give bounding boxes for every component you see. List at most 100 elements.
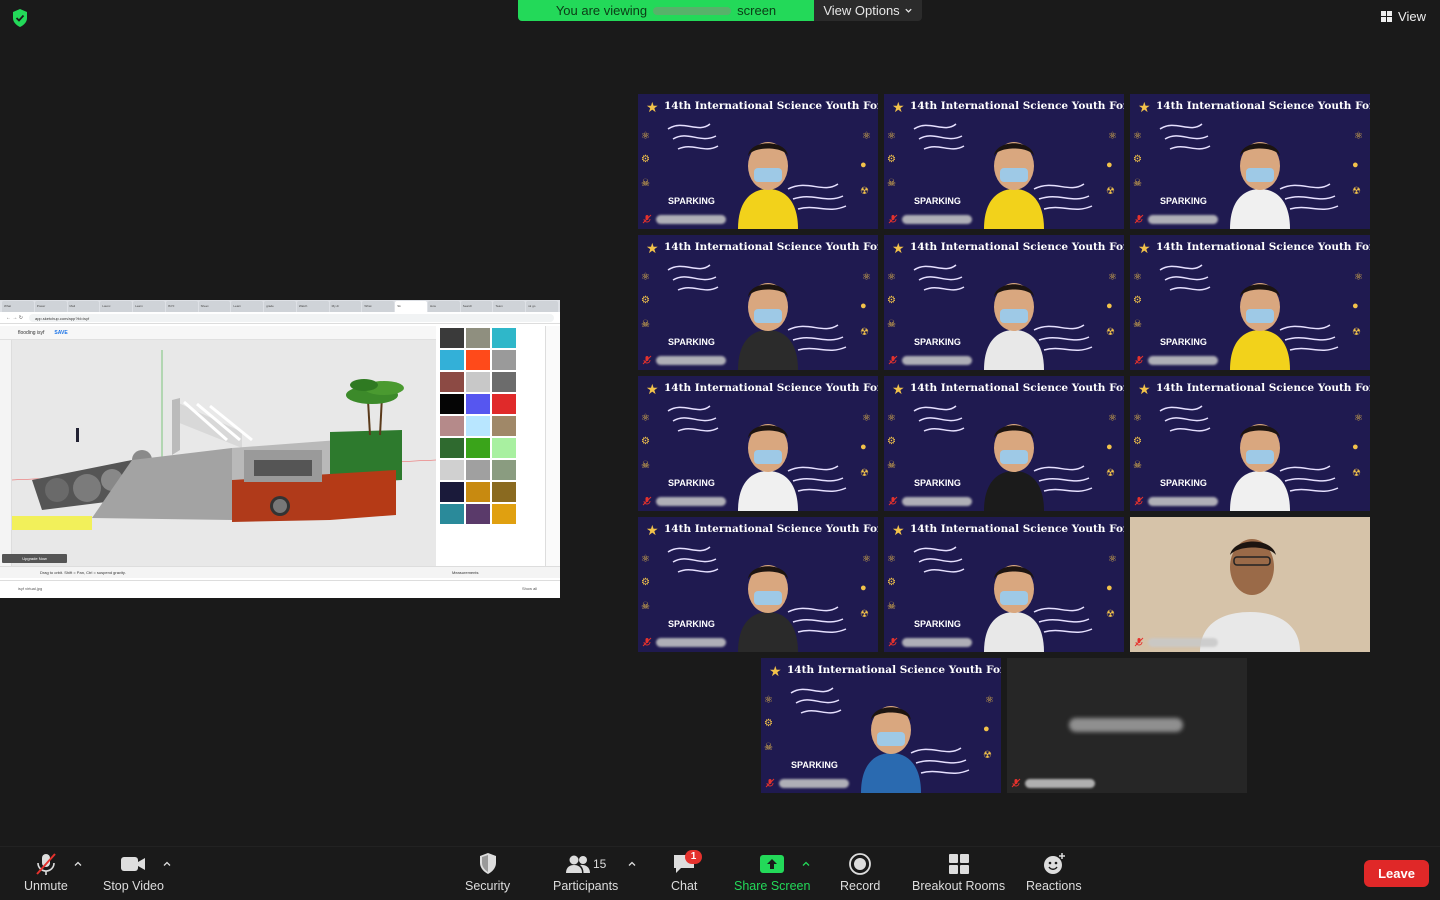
svg-text:⚛: ⚛: [1133, 131, 1142, 142]
material-swatch: [466, 416, 490, 436]
participant-video-tile[interactable]: ★ ⚛ ⚙ ☠ ⚛ ● ☢ SPARKING 14th Internationa…: [761, 658, 1001, 793]
participant-name-redacted: [1148, 214, 1218, 224]
participant-name-redacted: [1148, 355, 1218, 365]
material-swatch: [466, 482, 490, 502]
svg-text:●: ●: [1352, 300, 1359, 312]
video-options-caret-icon[interactable]: [163, 860, 171, 868]
material-swatch: [492, 482, 516, 502]
participant-name-redacted: [656, 496, 726, 506]
participant-video-tile[interactable]: [1130, 517, 1370, 652]
sketchup-status-bar: Drag to orbit. Shift = Pan, Ctrl = suspe…: [0, 566, 560, 578]
svg-text:★: ★: [646, 381, 659, 397]
participant-video-tile[interactable]: ★ ⚛ ⚙ ☠ ⚛ ● ☢ SPARKING 14th Internationa…: [884, 376, 1124, 511]
virtual-background-title: 14th International Science Youth Forum: [664, 100, 878, 112]
participant-name-redacted: [902, 496, 972, 506]
muted-microphone-icon: [1134, 214, 1144, 224]
svg-text:⚛: ⚛: [641, 131, 650, 142]
svg-text:☠: ☠: [641, 319, 650, 330]
chevron-down-icon: [905, 8, 912, 13]
svg-text:★: ★: [892, 381, 905, 397]
participant-video-tile[interactable]: ★ ⚛ ⚙ ☠ ⚛ ● ☢ SPARKING 14th Internationa…: [638, 94, 878, 229]
svg-text:★: ★: [1138, 381, 1151, 397]
participant-video-tile[interactable]: ★ ⚛ ⚙ ☠ ⚛ ● ☢ SPARKING 14th Internationa…: [1130, 235, 1370, 370]
participant-video-tile[interactable]: ★ ⚛ ⚙ ☠ ⚛ ● ☢ SPARKING 14th Internationa…: [884, 94, 1124, 229]
svg-text:●: ●: [860, 582, 867, 594]
participant-name-redacted: [1025, 778, 1095, 788]
share-options-caret-icon[interactable]: [802, 860, 810, 868]
svg-text:⚛: ⚛: [862, 554, 871, 565]
browser-tab: Learn: [133, 301, 165, 312]
participants-icon: [565, 855, 590, 873]
browser-tab: sk go: [526, 301, 559, 312]
encryption-shield-icon[interactable]: [10, 8, 30, 28]
svg-text:☢: ☢: [860, 327, 869, 338]
share-screen-button[interactable]: Share Screen: [734, 852, 810, 893]
svg-text:●: ●: [983, 723, 990, 735]
participant-video-tile[interactable]: [1007, 658, 1247, 793]
participant-name-redacted: [1069, 718, 1183, 732]
participant-video-tile[interactable]: ★ ⚛ ⚙ ☠ ⚛ ● ☢ SPARKING 14th Internationa…: [1130, 94, 1370, 229]
participant-count: 15: [592, 857, 607, 871]
participants-button[interactable]: 15 Participants: [553, 852, 618, 893]
svg-text:⚛: ⚛: [887, 272, 896, 283]
viewing-prefix: You are viewing: [555, 3, 648, 18]
svg-text:☠: ☠: [641, 178, 650, 189]
svg-text:☢: ☢: [1106, 468, 1115, 479]
measurements-label: Measurements: [452, 570, 479, 575]
material-swatch: [492, 372, 516, 392]
svg-text:☢: ☢: [1352, 327, 1361, 338]
participant-video-tile[interactable]: ★ ⚛ ⚙ ☠ ⚛ ● ☢ SPARKING 14th Internationa…: [884, 517, 1124, 652]
svg-text:⚙: ⚙: [641, 295, 650, 306]
svg-text:★: ★: [1138, 240, 1151, 256]
material-swatch: [492, 460, 516, 480]
svg-text:SPARKING: SPARKING: [1160, 337, 1207, 347]
material-swatch: [440, 372, 464, 392]
material-swatch: [492, 416, 516, 436]
svg-text:SPARKING: SPARKING: [914, 196, 961, 206]
muted-microphone-icon: [1011, 778, 1021, 788]
sketchup-tool-rail: [0, 340, 12, 566]
participant-video-tile[interactable]: ★ ⚛ ⚙ ☠ ⚛ ● ☢ SPARKING 14th Internationa…: [638, 235, 878, 370]
svg-text:⚛: ⚛: [1354, 272, 1363, 283]
download-file-name: isyf virtual.jpg: [18, 586, 43, 591]
leave-button[interactable]: Leave: [1364, 860, 1429, 887]
svg-text:★: ★: [892, 99, 905, 115]
participant-video-tile[interactable]: ★ ⚛ ⚙ ☠ ⚛ ● ☢ SPARKING 14th Internationa…: [884, 235, 1124, 370]
virtual-background-title: 14th International Science Youth Forum: [910, 523, 1124, 535]
svg-text:☢: ☢: [1352, 468, 1361, 479]
participant-video-tile[interactable]: ★ ⚛ ⚙ ☠ ⚛ ● ☢ SPARKING 14th Internationa…: [1130, 376, 1370, 511]
svg-text:SPARKING: SPARKING: [791, 760, 838, 770]
shared-screen[interactable]: What Power Mail Launc Learn ISYF Sheet Learn gra…: [0, 300, 560, 598]
browser-tab: ISYF: [165, 301, 198, 312]
svg-text:⚙: ⚙: [887, 436, 896, 447]
record-button[interactable]: Record: [840, 852, 880, 893]
chat-unread-badge: 1: [685, 850, 702, 864]
reactions-button[interactable]: Reactions: [1026, 852, 1082, 893]
view-layout-button[interactable]: View: [1381, 9, 1426, 24]
svg-text:★: ★: [646, 99, 659, 115]
svg-text:☢: ☢: [983, 750, 992, 761]
material-swatch: [440, 394, 464, 414]
participants-options-caret-icon[interactable]: [628, 860, 636, 868]
browser-tab: Power: [34, 301, 67, 312]
unmute-button[interactable]: Unmute: [24, 852, 68, 893]
material-swatch: [440, 482, 464, 502]
muted-microphone-icon: [888, 214, 898, 224]
participant-video-tile[interactable]: ★ ⚛ ⚙ ☠ ⚛ ● ☢ SPARKING 14th Internationa…: [638, 376, 878, 511]
svg-text:⚛: ⚛: [985, 695, 994, 706]
muted-microphone-icon: [888, 637, 898, 647]
svg-text:⚛: ⚛: [764, 695, 773, 706]
browser-tab: Team: [493, 301, 526, 312]
participants-label: Participants: [553, 879, 619, 893]
browser-tab: Launc: [100, 301, 133, 312]
stop-video-button[interactable]: Stop Video: [103, 852, 164, 893]
security-button[interactable]: Security: [465, 852, 510, 893]
share-screen-icon: [760, 855, 785, 873]
breakout-rooms-button[interactable]: Breakout Rooms: [912, 852, 1005, 893]
svg-text:⚙: ⚙: [1133, 295, 1142, 306]
participant-video-tile[interactable]: ★ ⚛ ⚙ ☠ ⚛ ● ☢ SPARKING 14th Internationa…: [638, 517, 878, 652]
view-options-button[interactable]: View Options: [814, 0, 922, 21]
reactions-label: Reactions: [1026, 879, 1082, 893]
audio-options-caret-icon[interactable]: [74, 860, 82, 868]
material-swatch: [440, 350, 464, 370]
